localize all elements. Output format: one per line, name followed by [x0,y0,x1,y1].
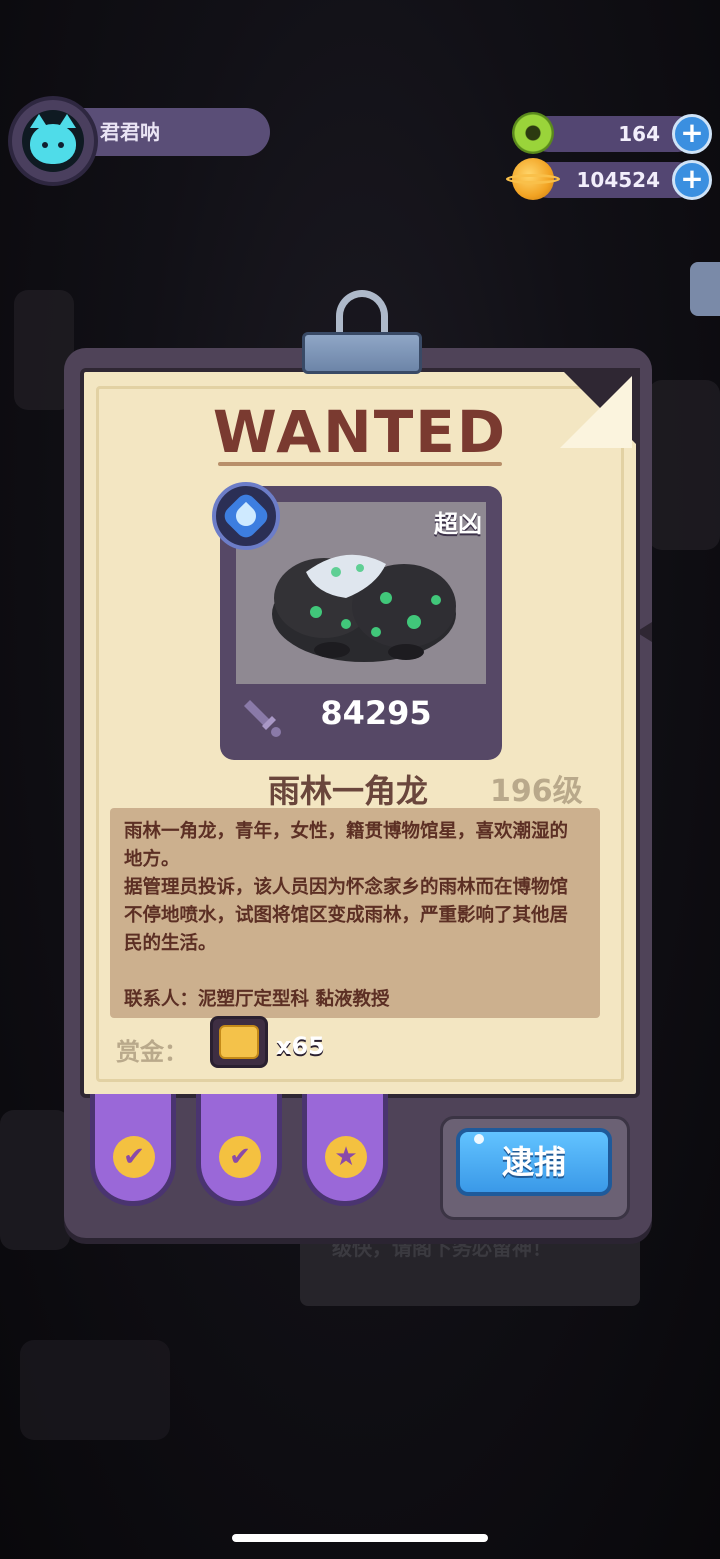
avatar [22,110,84,172]
currency-donut: 164 + [512,112,712,154]
rank-tag: 超凶 [434,510,482,538]
check-icon: ✔ [219,1136,261,1178]
poster-title: WANTED [212,398,508,466]
bread-ticket-icon [210,1016,268,1068]
add-donut-button[interactable]: + [672,114,712,154]
cat-eye [58,142,64,148]
avatar-frame[interactable] [12,100,94,182]
title-underline [218,462,502,466]
star-icon: ★ [325,1136,367,1178]
background-panel [0,1110,70,1250]
cat-eye [42,142,48,148]
task-tab-3[interactable]: ★ [302,1094,388,1206]
button-shine [474,1134,484,1144]
donut-icon [512,112,554,154]
background-banner: 级快，请阁下务必留神！ [300,1226,640,1306]
add-planet-coin-button[interactable]: + [672,160,712,200]
description-line: 据管理员投诉，该人员因为怀念家乡的雨林而在博物馆不停地喷水，试图将馆区变成雨林，… [124,877,569,954]
cat-avatar-icon [30,114,76,164]
reward-count: x65 [276,1032,325,1060]
side-clip-icon[interactable] [690,262,720,316]
currency-planet: 104524 + [506,158,712,200]
check-icon: ✔ [113,1136,155,1178]
reward-label: 赏金： [116,1038,188,1066]
task-tab-1[interactable]: ✔ [90,1094,176,1206]
description-gap [124,958,586,986]
monster-name: 雨林一角龙 [268,772,429,810]
binder-clip-icon [302,332,422,374]
water-drop-icon [212,482,280,550]
planet-coin-icon [506,158,560,200]
home-indicator[interactable] [232,1534,488,1542]
player-name: 君君呐 [82,108,270,156]
contact-line: 联系人：泥塑厅定型科 黏液教授 [124,989,390,1010]
power-value: 84295 [320,694,432,732]
cat-ear [30,114,48,128]
description-line: 雨林一角龙，青年，女性，籍贯博物馆星，喜欢潮湿的地方。 [124,821,569,870]
monster-level: 196级 [490,774,583,809]
task-tab-2[interactable]: ✔ [196,1094,282,1206]
poster-tear [636,622,652,642]
player-profile[interactable]: 君君呐 [12,100,270,184]
cat-ear [58,114,76,128]
monster-description: 雨林一角龙，青年，女性，籍贯博物馆星，喜欢潮湿的地方。 据管理员投诉，该人员因为… [110,808,600,1018]
background-back-button-shadow [20,1340,170,1440]
